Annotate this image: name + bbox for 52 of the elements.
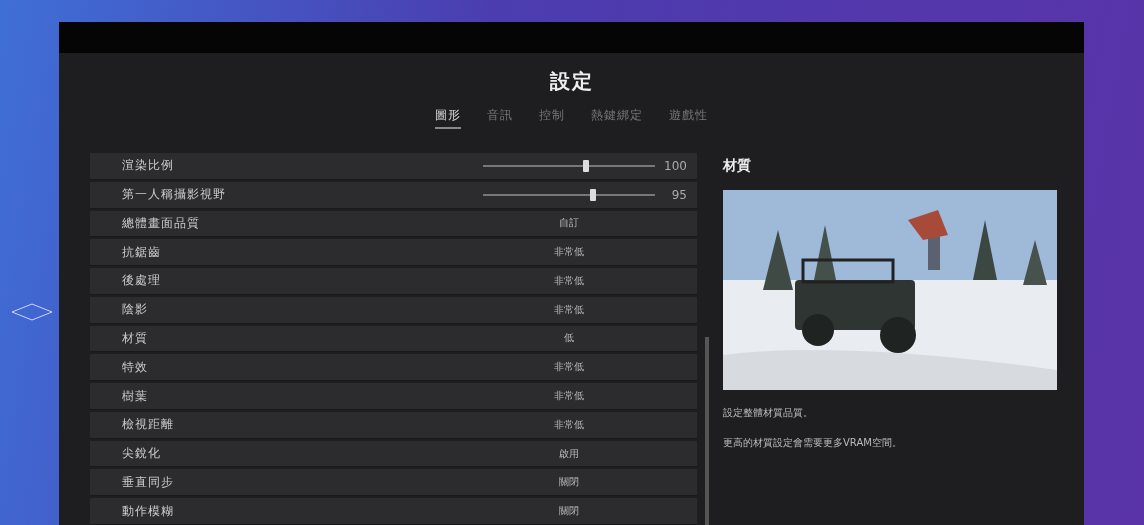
setting-label: 陰影 [121,301,149,319]
setting-row[interactable]: 動作模糊 關閉 [90,498,697,525]
setting-row[interactable]: 第一人稱攝影視野 95 [90,181,697,209]
setting-row[interactable]: 垂直同步 關閉 [90,469,697,497]
setting-row[interactable]: 尖銳化 啟用 [90,440,697,468]
setting-label: 第一人稱攝影視野 [121,186,227,204]
tab[interactable]: 圖形 [435,107,461,129]
slider-thumb[interactable] [590,188,597,201]
option-value[interactable]: 關閉 [483,475,655,490]
setting-label: 材質 [121,329,149,347]
option-value[interactable]: 關閉 [483,504,655,519]
option-value[interactable]: 啟用 [483,446,655,461]
tab[interactable]: 控制 [539,107,565,129]
option-value[interactable]: 非常低 [483,417,655,432]
description-text: 設定整體材質品質。 [723,406,814,420]
option-value[interactable]: 非常低 [483,273,655,288]
setting-row[interactable]: 陰影 非常低 [90,296,697,324]
window-title: 設定 [549,68,594,95]
option-value[interactable]: 非常低 [483,389,655,403]
setting-label: 垂直同步 [121,473,175,491]
slider-thumb[interactable] [582,159,589,172]
setting-label: 渲染比例 [121,157,175,175]
setting-label: 檢視距離 [121,416,175,434]
scrollbar-thumb[interactable] [705,337,709,525]
description-text: 更高的材質設定會需要更多VRAM空間。 [723,436,903,450]
option-value[interactable]: 非常低 [483,302,655,317]
diamond-icon [11,303,53,321]
option-value[interactable]: 非常低 [483,245,655,260]
setting-row[interactable]: 材質 低 [90,325,697,353]
detail-title: 材質 [723,157,752,175]
tab[interactable]: 熱鍵綁定 [591,107,643,129]
setting-label: 抗鋸齒 [121,243,162,261]
option-value[interactable]: 自訂 [483,216,655,231]
slider-value: 100 [663,158,687,173]
setting-row[interactable]: 總體畫面品質 自訂 [90,210,697,238]
setting-label: 尖銳化 [121,445,162,463]
setting-row[interactable]: 檢視距離 非常低 [90,411,697,439]
tab[interactable]: 音訊 [487,107,513,129]
setting-label: 後處理 [121,272,162,290]
setting-row[interactable]: 後處理 非常低 [90,268,697,295]
setting-row[interactable]: 渲染比例 100 [90,153,697,180]
tab[interactable]: 遊戲性 [669,107,708,129]
setting-label: 總體畫面品質 [121,214,201,232]
option-value[interactable]: 低 [483,331,655,346]
setting-label: 特效 [121,358,149,376]
setting-label: 動作模糊 [121,502,175,520]
setting-row[interactable]: 抗鋸齒 非常低 [90,239,697,267]
option-value[interactable]: 非常低 [483,360,655,375]
setting-row[interactable]: 特效 非常低 [90,354,697,382]
setting-label: 樹葉 [121,387,149,405]
slider-value: 95 [670,187,687,202]
setting-row[interactable]: 樹葉 非常低 [90,383,697,410]
